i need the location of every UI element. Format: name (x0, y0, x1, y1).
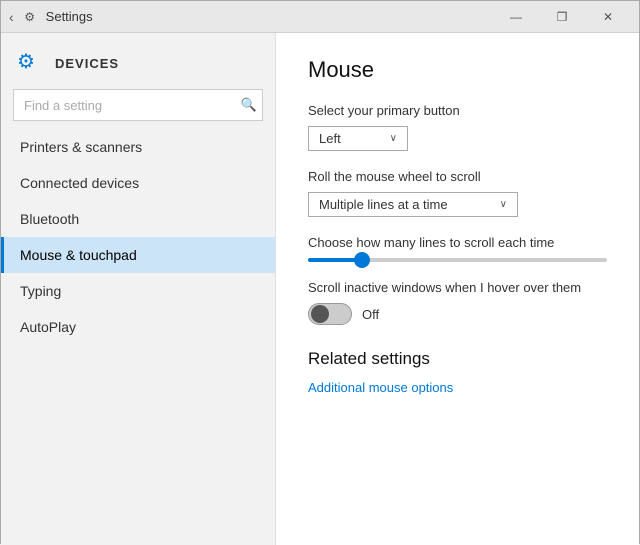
sidebar-item-typing[interactable]: Typing (1, 273, 275, 309)
gear-icon: ⚙ (17, 49, 45, 77)
scroll-lines-slider[interactable] (308, 258, 607, 262)
inactive-scroll-label: Scroll inactive windows when I hover ove… (308, 280, 607, 295)
additional-mouse-options-link[interactable]: Additional mouse options (308, 380, 453, 395)
scroll-value: Multiple lines at a time (319, 197, 448, 212)
page-title: Mouse (308, 57, 607, 83)
toggle-knob (311, 305, 329, 323)
sidebar-item-connected[interactable]: Connected devices (1, 165, 275, 201)
window-controls: — ❐ ✕ (493, 1, 631, 33)
sidebar-header: ⚙ DEVICES (1, 33, 275, 89)
inactive-scroll-row: Off (308, 303, 607, 325)
back-button[interactable]: ‹ (9, 9, 14, 25)
slider-thumb[interactable] (354, 252, 370, 268)
related-settings-title: Related settings (308, 349, 607, 369)
sidebar-nav: Printers & scanners Connected devices Bl… (1, 129, 275, 345)
settings-icon: ⚙ (22, 9, 38, 25)
sidebar-item-mouse[interactable]: Mouse & touchpad (1, 237, 275, 273)
search-icon[interactable]: 🔍 (241, 97, 257, 113)
sidebar: ⚙ DEVICES 🔍 Printers & scanners Connecte… (1, 33, 276, 545)
toggle-state-label: Off (362, 307, 379, 322)
titlebar: ‹ ⚙ Settings — ❐ ✕ (1, 1, 639, 33)
sidebar-item-bluetooth[interactable]: Bluetooth (1, 201, 275, 237)
close-button[interactable]: ✕ (585, 1, 631, 33)
slider-track (308, 258, 607, 262)
primary-button-dropdown[interactable]: Left ∨ (308, 126, 408, 151)
maximize-button[interactable]: ❐ (539, 1, 585, 33)
app-layout: ⚙ DEVICES 🔍 Printers & scanners Connecte… (1, 33, 639, 545)
scroll-label: Roll the mouse wheel to scroll (308, 169, 607, 184)
sidebar-title: DEVICES (55, 56, 119, 71)
window-title: Settings (46, 9, 493, 24)
scroll-dropdown[interactable]: Multiple lines at a time ∨ (308, 192, 518, 217)
lines-label: Choose how many lines to scroll each tim… (308, 235, 607, 250)
minimize-button[interactable]: — (493, 1, 539, 33)
search-container: 🔍 (13, 89, 263, 121)
primary-button-value: Left (319, 131, 341, 146)
sidebar-item-autoplay[interactable]: AutoPlay (1, 309, 275, 345)
sidebar-item-printers[interactable]: Printers & scanners (1, 129, 275, 165)
search-input[interactable] (13, 89, 263, 121)
chevron-down-icon: ∨ (500, 199, 507, 210)
inactive-scroll-toggle[interactable] (308, 303, 352, 325)
content-area: Mouse Select your primary button Left ∨ … (276, 33, 639, 545)
chevron-down-icon: ∨ (390, 133, 397, 144)
primary-button-label: Select your primary button (308, 103, 607, 118)
